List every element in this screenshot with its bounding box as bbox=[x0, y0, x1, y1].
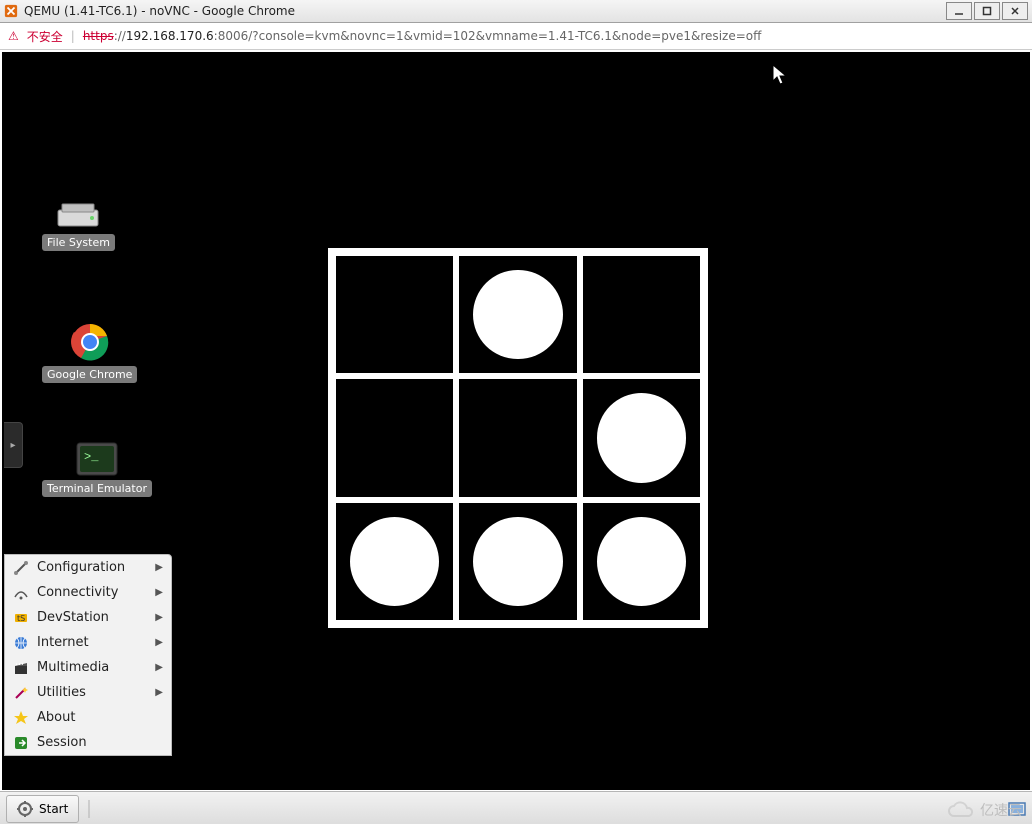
mouse-cursor-icon bbox=[772, 64, 788, 86]
throbber-cell bbox=[583, 379, 700, 496]
desktop-icon-label: Terminal Emulator bbox=[42, 480, 152, 497]
window-title: QEMU (1.41-TC6.1) - noVNC - Google Chrom… bbox=[24, 4, 946, 18]
url-display[interactable]: https://192.168.170.6:8006/?console=kvm&… bbox=[83, 29, 762, 43]
url-host: 192.168.170.6 bbox=[126, 29, 214, 43]
throbber-dot bbox=[473, 270, 562, 359]
devstation-icon: tS bbox=[13, 610, 29, 626]
url-scheme: https bbox=[83, 29, 114, 43]
star-icon bbox=[13, 710, 29, 726]
drive-icon bbox=[56, 202, 100, 230]
start-menu-item-configuration[interactable]: Configuration ▶ bbox=[5, 555, 171, 580]
minimize-button[interactable] bbox=[946, 2, 972, 20]
throbber-dot bbox=[473, 517, 562, 606]
not-secure-icon: ⚠ bbox=[8, 29, 19, 43]
menu-item-label: Internet bbox=[37, 635, 147, 650]
terminal-icon: >_ bbox=[76, 442, 118, 476]
loading-throbber bbox=[328, 248, 708, 628]
menu-item-label: Connectivity bbox=[37, 585, 147, 600]
throbber-cell bbox=[459, 379, 576, 496]
gear-icon bbox=[17, 801, 33, 817]
start-label: Start bbox=[39, 802, 68, 816]
start-menu-item-about[interactable]: About bbox=[5, 705, 171, 730]
throbber-cell bbox=[336, 379, 453, 496]
chevron-right-icon: ▶ bbox=[155, 587, 163, 598]
globe-icon bbox=[13, 635, 29, 651]
chevron-right-icon: ▶ bbox=[155, 637, 163, 648]
throbber-dot bbox=[597, 517, 686, 606]
content-area: ▸ File System Google Chrome >_ Terminal … bbox=[0, 50, 1032, 824]
throbber-dot bbox=[597, 393, 686, 482]
window-controls bbox=[946, 2, 1028, 20]
throbber-cell bbox=[336, 503, 453, 620]
start-menu-item-internet[interactable]: Internet ▶ bbox=[5, 630, 171, 655]
chevron-right-icon: ▶ bbox=[155, 687, 163, 698]
close-button[interactable] bbox=[1002, 2, 1028, 20]
system-tray bbox=[1008, 802, 1026, 816]
menu-item-label: Session bbox=[37, 735, 163, 750]
throbber-cell bbox=[336, 256, 453, 373]
maximize-button[interactable] bbox=[974, 2, 1000, 20]
desktop-icon-google-chrome[interactable]: Google Chrome bbox=[42, 322, 137, 383]
start-menu-item-session[interactable]: Session bbox=[5, 730, 171, 755]
throbber-cell bbox=[583, 503, 700, 620]
menu-item-label: About bbox=[37, 710, 163, 725]
app-icon bbox=[4, 4, 18, 18]
svg-text:tS: tS bbox=[17, 614, 25, 623]
chevron-right-icon: ▶ bbox=[155, 662, 163, 673]
throbber-cell bbox=[459, 503, 576, 620]
menu-item-label: DevStation bbox=[37, 610, 147, 625]
start-button[interactable]: Start bbox=[6, 795, 79, 823]
network-icon bbox=[13, 585, 29, 601]
tools-icon bbox=[13, 560, 29, 576]
start-menu-item-connectivity[interactable]: Connectivity ▶ bbox=[5, 580, 171, 605]
novnc-control-handle[interactable]: ▸ bbox=[4, 422, 23, 468]
chevron-right-icon: ▶ bbox=[155, 562, 163, 573]
throbber-cell bbox=[459, 256, 576, 373]
chrome-icon bbox=[70, 322, 110, 362]
desktop-icon-label: Google Chrome bbox=[42, 366, 137, 383]
throbber-dot bbox=[350, 517, 439, 606]
taskbar-separator bbox=[85, 798, 93, 820]
titlebar: QEMU (1.41-TC6.1) - noVNC - Google Chrom… bbox=[0, 0, 1032, 23]
chevron-right-icon: ▶ bbox=[155, 612, 163, 623]
svg-text:>_: >_ bbox=[84, 450, 99, 464]
vnc-canvas[interactable]: ▸ File System Google Chrome >_ Terminal … bbox=[2, 52, 1030, 790]
address-bar: ⚠ 不安全 | https://192.168.170.6:8006/?cons… bbox=[0, 23, 1032, 50]
clapper-icon bbox=[13, 660, 29, 676]
desktop-icon-file-system[interactable]: File System bbox=[42, 202, 115, 251]
taskbar: Start bbox=[0, 791, 1032, 824]
start-menu-item-devstation[interactable]: tS DevStation ▶ bbox=[5, 605, 171, 630]
menu-item-label: Utilities bbox=[37, 685, 147, 700]
wand-icon bbox=[13, 685, 29, 701]
throbber-grid bbox=[336, 256, 700, 620]
url-sep: :// bbox=[114, 29, 126, 43]
menu-item-label: Multimedia bbox=[37, 660, 147, 675]
desktop-icon-label: File System bbox=[42, 234, 115, 251]
desktop-icon-terminal-emulator[interactable]: >_ Terminal Emulator bbox=[42, 442, 152, 497]
not-secure-label: 不安全 bbox=[27, 28, 63, 45]
throbber-cell bbox=[583, 256, 700, 373]
start-menu: Configuration ▶ Connectivity ▶ tS DevStation ▶… bbox=[4, 554, 172, 756]
menu-item-label: Configuration bbox=[37, 560, 147, 575]
exit-icon bbox=[13, 735, 29, 751]
url-path: :8006/?console=kvm&novnc=1&vmid=102&vmna… bbox=[214, 29, 762, 43]
start-menu-item-utilities[interactable]: Utilities ▶ bbox=[5, 680, 171, 705]
separator: | bbox=[71, 29, 75, 43]
show-desktop-icon[interactable] bbox=[1008, 802, 1026, 816]
start-menu-item-multimedia[interactable]: Multimedia ▶ bbox=[5, 655, 171, 680]
